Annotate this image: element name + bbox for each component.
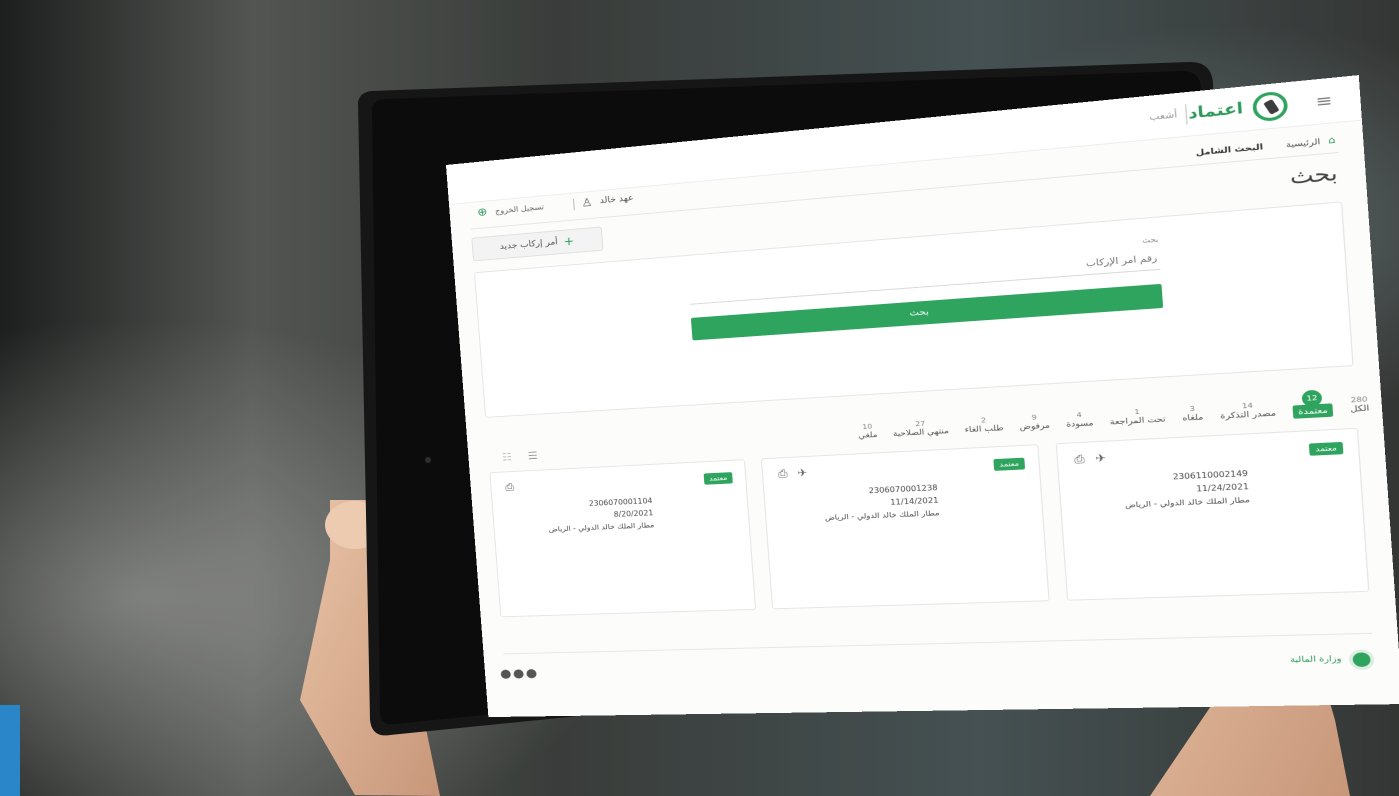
plus-icon: + xyxy=(563,234,575,249)
social-icon[interactable] xyxy=(513,669,524,679)
app-screen: ≡ اعتماد أشعب ⌂ الرئيسية البحث الشامل عه… xyxy=(446,75,1399,718)
card-values: 2306070001104 8/20/2021 مطار الملك خالد ا… xyxy=(548,496,655,534)
grid-view-icon[interactable]: ☷ xyxy=(502,451,513,463)
page-title: بحث xyxy=(1289,160,1339,190)
status-badge: معتمد xyxy=(703,472,733,485)
search-field-label: بحث xyxy=(1142,235,1159,245)
status-badge: معتمد xyxy=(993,457,1026,471)
print-icon[interactable]: ⎙ xyxy=(778,467,788,481)
social-icons xyxy=(500,669,537,679)
search-button-label: بحث xyxy=(909,307,930,319)
order-card[interactable]: معتمد ⎙ 2306070001104 8/20/2021 مطار المل… xyxy=(489,459,757,618)
filter-tab[interactable]: 14 مصدر التذكرة xyxy=(1219,400,1276,421)
partner-logo-icon xyxy=(1348,649,1375,671)
new-order-label: أمر إركاب جديد xyxy=(499,237,559,252)
partner-label: وزارة المالية xyxy=(1289,653,1342,665)
breadcrumb-current: البحث الشامل xyxy=(1195,142,1264,158)
filter-tab-active[interactable]: 12 معتمدة xyxy=(1292,389,1334,419)
social-icon[interactable] xyxy=(500,669,512,679)
filter-tab[interactable]: 1 تحت المراجعة xyxy=(1109,407,1166,427)
plane-icon[interactable]: ✈ xyxy=(797,466,808,479)
footer-separator xyxy=(503,632,1373,655)
filter-tab[interactable]: 4 مسودة xyxy=(1065,411,1094,429)
user-name: عهد خالد xyxy=(599,193,634,206)
menu-icon[interactable]: ≡ xyxy=(1315,90,1333,111)
card-values: 2306110002149 11/24/2021 مطار الملك خالد … xyxy=(1124,468,1251,510)
print-icon[interactable]: ⎙ xyxy=(1074,453,1085,467)
order-card[interactable]: معتمد ⎙ ✈ 2306070001238 11/14/2021 مطار ا… xyxy=(760,444,1050,610)
home-icon[interactable]: ⌂ xyxy=(1328,136,1336,147)
filter-tab[interactable]: 10 ملغي xyxy=(857,423,878,440)
print-icon[interactable]: ⎙ xyxy=(505,481,515,494)
filter-tab[interactable]: 3 ملغاه xyxy=(1181,404,1204,423)
logout-icon[interactable]: ⊕ xyxy=(477,205,488,219)
new-order-button[interactable]: + أمر إركاب جديد xyxy=(471,226,604,262)
filter-tab[interactable]: 9 مرفوض xyxy=(1019,413,1050,432)
status-badge: معتمد xyxy=(1308,441,1344,456)
user-icon: ♙ xyxy=(580,195,593,210)
logout-link[interactable]: تسجيل الخروج xyxy=(495,203,544,216)
list-view-icon[interactable]: ☰ xyxy=(527,450,538,462)
header-divider xyxy=(572,199,575,211)
card-values: 2306070001238 11/14/2021 مطار الملك خالد … xyxy=(824,483,940,522)
social-icon[interactable] xyxy=(526,669,537,679)
plane-icon[interactable]: ✈ xyxy=(1095,452,1107,465)
breadcrumb-home[interactable]: الرئيسية xyxy=(1286,137,1321,149)
order-card[interactable]: معتمد ⎙ ✈ 2306110002149 11/24/2021 مطار ا… xyxy=(1055,427,1370,601)
filter-tab[interactable]: 27 منتهي الصلاحية xyxy=(892,419,950,438)
filter-tab[interactable]: 280 الكل xyxy=(1349,395,1370,413)
filter-tab[interactable]: 2 طلب الغاء xyxy=(964,416,1003,434)
